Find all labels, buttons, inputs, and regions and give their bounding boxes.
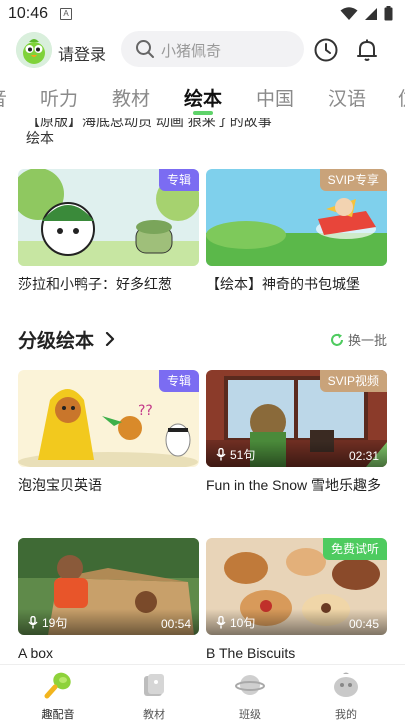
search-placeholder: 小猪佩奇 bbox=[161, 43, 222, 60]
book-card[interactable]: SVIP视频 51句 02:31 Fun in the Snow 雪地乐趣多 bbox=[206, 370, 387, 496]
bottom-navigation: 趣配音 教材 班级 我的 bbox=[0, 664, 405, 721]
svip-badge: SVIP专享 bbox=[319, 169, 387, 191]
wifi-icon bbox=[340, 6, 358, 20]
profile-nav-icon bbox=[334, 672, 358, 697]
sentence-count: 51句 bbox=[216, 446, 255, 463]
nav-textbook[interactable]: 教材 bbox=[124, 671, 184, 721]
duration-label: 00:54 bbox=[160, 617, 191, 631]
bell-icon[interactable] bbox=[354, 37, 380, 63]
sentence-count: 19句 bbox=[28, 614, 67, 631]
sentence-count: 10句 bbox=[216, 614, 255, 631]
textbook-nav-icon bbox=[144, 674, 164, 696]
book-card[interactable]: SVIP专享 【绘本】神奇的书包城堡 bbox=[206, 169, 387, 295]
refresh-button[interactable]: 换一批 bbox=[330, 330, 387, 349]
partial-item-subtitle: 绘本 bbox=[26, 130, 54, 146]
book-thumbnail: 免费试听 10句 00:45 bbox=[206, 538, 387, 635]
nav-label: 趣配音 bbox=[41, 709, 75, 721]
sentence-count-label: 19句 bbox=[42, 616, 68, 630]
refresh-label: 换一批 bbox=[348, 333, 388, 348]
tab-listening[interactable]: 听力 bbox=[40, 84, 78, 111]
album-badge: 专辑 bbox=[158, 370, 199, 392]
search-icon bbox=[136, 40, 154, 58]
duration-label: 00:45 bbox=[348, 617, 379, 631]
partial-item-title: 【原版】海底总动员 动画 狼来了的故事 bbox=[26, 118, 272, 128]
svg-text:??: ?? bbox=[138, 403, 153, 419]
nav-class[interactable]: 班级 bbox=[220, 671, 280, 721]
microphone-icon bbox=[216, 448, 226, 461]
avatar[interactable] bbox=[16, 32, 52, 68]
parrot-mascot-icon bbox=[16, 32, 52, 68]
search-bar[interactable]: 小猪佩奇 bbox=[121, 31, 304, 67]
microphone-nav-icon bbox=[44, 672, 71, 699]
tab-active-indicator bbox=[193, 111, 213, 115]
nav-profile[interactable]: 我的 bbox=[316, 671, 376, 721]
book-card[interactable]: 19句 00:54 A box bbox=[18, 538, 199, 664]
video-meta: 51句 02:31 bbox=[206, 441, 387, 467]
book-thumbnail: ?? 专辑 bbox=[18, 370, 199, 467]
tab-textbook[interactable]: 教材 bbox=[112, 84, 150, 111]
status-time: 10:46 bbox=[8, 5, 49, 22]
video-meta: 10句 00:45 bbox=[206, 609, 387, 635]
tab-partial-right[interactable]: 仿 bbox=[398, 84, 405, 111]
nav-label: 班级 bbox=[239, 709, 261, 721]
book-title: B The Biscuits bbox=[206, 645, 296, 661]
book-thumbnail: SVIP专享 bbox=[206, 169, 387, 266]
signal-icon bbox=[365, 7, 377, 20]
tab-chinese[interactable]: 汉语 bbox=[328, 84, 366, 111]
book-title: A box bbox=[18, 645, 54, 661]
sentence-count-label: 10句 bbox=[230, 616, 256, 630]
book-thumbnail: 专辑 bbox=[18, 169, 199, 266]
battery-icon bbox=[384, 6, 393, 21]
microphone-icon bbox=[216, 616, 226, 629]
book-title: 莎拉和小鸭子：好多红葱 bbox=[18, 276, 172, 292]
content-feed[interactable]: 【原版】海底总动员 动画 狼来了的故事 绘本 专辑 莎拉和小鸭子：好多红葱 SV… bbox=[0, 116, 405, 664]
planet-nav-icon bbox=[235, 675, 265, 695]
microphone-icon bbox=[28, 616, 38, 629]
partial-list-item[interactable]: 【原版】海底总动员 动画 狼来了的故事 绘本 bbox=[26, 118, 272, 148]
refresh-icon bbox=[331, 333, 343, 346]
nav-label: 我的 bbox=[335, 709, 357, 721]
sim-icon: A bbox=[60, 8, 72, 20]
nav-label: 教材 bbox=[143, 709, 165, 721]
album-badge: 专辑 bbox=[158, 169, 199, 191]
svip-video-badge: SVIP视频 bbox=[319, 370, 387, 392]
book-card[interactable]: ?? 专辑 泡泡宝贝英语 bbox=[18, 370, 199, 496]
book-thumbnail: 19句 00:54 bbox=[18, 538, 199, 635]
section-title[interactable]: 分级绘本 bbox=[18, 326, 94, 353]
chevron-right-icon[interactable] bbox=[104, 332, 116, 346]
book-card[interactable]: 专辑 莎拉和小鸭子：好多红葱 bbox=[18, 169, 199, 295]
system-icons bbox=[340, 6, 393, 21]
duration-label: 02:31 bbox=[348, 449, 379, 463]
tab-partial-left[interactable]: 音 bbox=[0, 84, 7, 111]
book-thumbnail: SVIP视频 51句 02:31 bbox=[206, 370, 387, 467]
header: 请登录 小猪佩奇 bbox=[0, 28, 405, 74]
free-trial-badge: 免费试听 bbox=[322, 538, 387, 560]
book-card[interactable]: 免费试听 10句 00:45 B The Biscuits bbox=[206, 538, 387, 664]
nav-dubbing[interactable]: 趣配音 bbox=[28, 671, 88, 721]
tab-china[interactable]: 中国 bbox=[256, 84, 294, 111]
book-title: 泡泡宝贝英语 bbox=[18, 477, 102, 493]
category-tabs: 音 听力 教材 绘本 中国 汉语 仿 bbox=[0, 76, 405, 116]
tab-picture-books[interactable]: 绘本 bbox=[184, 84, 222, 111]
history-clock-icon[interactable] bbox=[313, 37, 339, 63]
book-title: 【绘本】神奇的书包城堡 bbox=[206, 276, 360, 292]
video-meta: 19句 00:54 bbox=[18, 609, 199, 635]
login-link[interactable]: 请登录 bbox=[58, 41, 106, 65]
status-bar: 10:46 A bbox=[0, 0, 405, 28]
sentence-count-label: 51句 bbox=[230, 448, 256, 462]
book-title: Fun in the Snow 雪地乐趣多 bbox=[206, 477, 382, 493]
